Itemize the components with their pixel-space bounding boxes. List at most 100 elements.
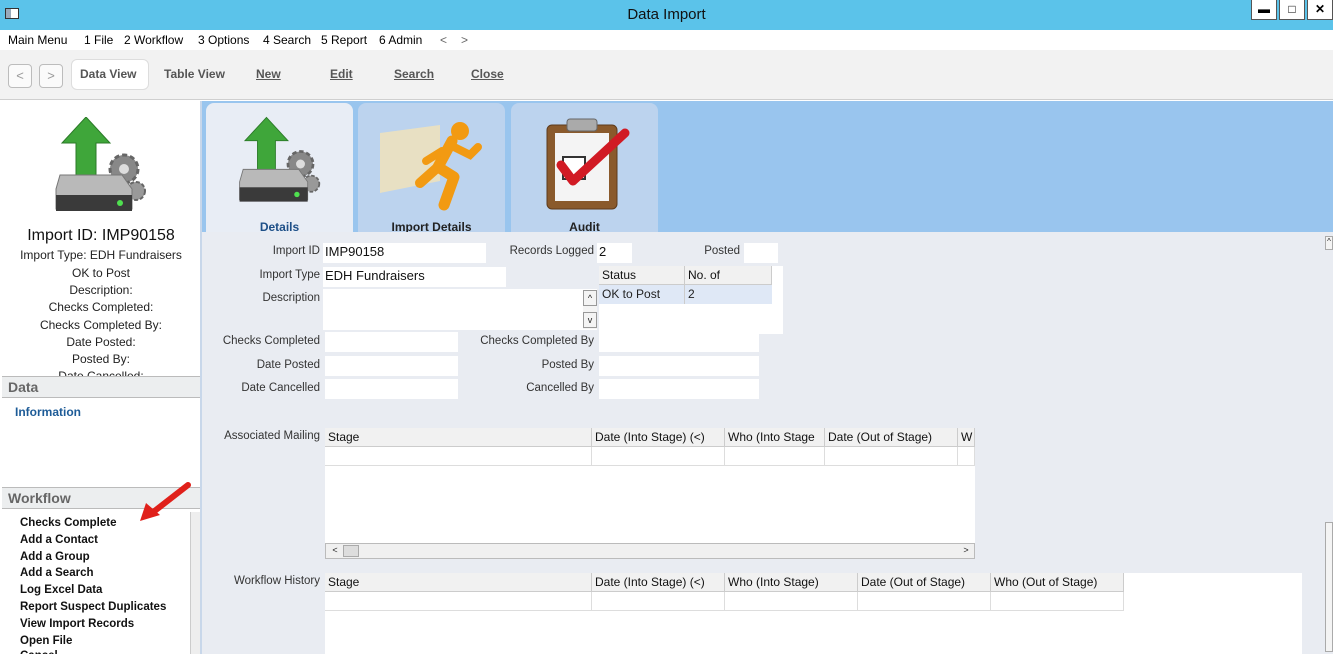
scroll-down-icon[interactable]: v: [583, 312, 597, 328]
data-view-label[interactable]: Data View: [80, 67, 136, 81]
records-logged-field[interactable]: 2: [597, 243, 632, 263]
checks-completed-field[interactable]: [325, 332, 458, 352]
workflow-cancel[interactable]: Cancel: [20, 650, 58, 654]
details-tab-icon: [239, 116, 321, 202]
close-window-button[interactable]: ✕: [1307, 0, 1333, 20]
search-button[interactable]: Search: [394, 67, 434, 81]
menu-scroll-right[interactable]: >: [461, 33, 468, 47]
cancelled-by-label: Cancelled By: [526, 382, 594, 394]
tab-audit[interactable]: Audit: [511, 103, 658, 234]
close-button[interactable]: Close: [471, 67, 504, 81]
import-type-label: Import Type: [259, 269, 320, 281]
status-grid-header[interactable]: No. of: [685, 266, 772, 285]
status-grid-cell[interactable]: OK to Post: [599, 285, 685, 304]
history-col-who-into[interactable]: Who (Into Stage): [725, 573, 858, 592]
mailing-col-date-out[interactable]: Date (Out of Stage): [825, 428, 958, 447]
minimize-button[interactable]: ▬: [1251, 0, 1277, 20]
summary-checks-completed: Checks Completed:: [48, 300, 154, 314]
scroll-thumb[interactable]: [343, 545, 359, 557]
import-type-field[interactable]: EDH Fundraisers: [323, 267, 506, 287]
maximize-button[interactable]: □: [1279, 0, 1305, 20]
history-col-date-into[interactable]: Date (Into Stage) (<): [592, 573, 725, 592]
status-grid: Status No. of OK to Post 2: [599, 266, 783, 334]
menu-search[interactable]: 4 Search: [263, 33, 311, 47]
workflow-view-import-records[interactable]: View Import Records: [20, 618, 134, 630]
menu-main-menu[interactable]: Main Menu: [8, 33, 67, 47]
date-cancelled-label: Date Cancelled: [241, 382, 320, 394]
history-row-cell[interactable]: [592, 592, 725, 611]
tab-import-details[interactable]: Import Details: [358, 103, 505, 234]
mailing-col-stage[interactable]: Stage: [325, 428, 592, 447]
status-grid-header[interactable]: Status: [599, 266, 685, 285]
posted-label: Posted: [704, 245, 740, 257]
date-cancelled-field[interactable]: [325, 379, 458, 399]
workflow-log-excel-data[interactable]: Log Excel Data: [20, 584, 102, 596]
mailing-col-date-into[interactable]: Date (Into Stage) (<): [592, 428, 725, 447]
summary-checks-completed-by: Checks Completed By:: [39, 318, 163, 332]
running-man-icon: [380, 122, 482, 211]
mailing-row-cell[interactable]: [958, 447, 975, 466]
title-bar: Data Import ▬ □ ✕: [0, 0, 1333, 30]
mailing-row-cell[interactable]: [325, 447, 592, 466]
workflow-add-search[interactable]: Add a Search: [20, 567, 94, 579]
menu-file[interactable]: 1 File: [84, 33, 113, 47]
history-row-cell[interactable]: [725, 592, 858, 611]
workflow-report-suspect-duplicates[interactable]: Report Suspect Duplicates: [20, 601, 166, 613]
summary-description: Description:: [69, 283, 133, 297]
import-server-icon: [55, 117, 146, 211]
details-panel: Import ID IMP90158 Records Logged 2 Post…: [202, 232, 1333, 654]
mailing-horizontal-scrollbar[interactable]: < >: [325, 543, 975, 559]
sidebar: Import ID: IMP90158 Import Type: EDH Fun…: [0, 101, 202, 654]
date-posted-field[interactable]: [325, 356, 458, 376]
workflow-scrollbar[interactable]: [190, 512, 200, 654]
mailing-col-who-out[interactable]: W: [958, 428, 975, 447]
description-field[interactable]: [323, 289, 597, 330]
history-col-who-out[interactable]: Who (Out of Stage): [991, 573, 1124, 592]
workflow-checks-complete[interactable]: Checks Complete: [20, 517, 117, 529]
scroll-thumb[interactable]: [1325, 522, 1333, 652]
workflow-add-contact[interactable]: Add a Contact: [20, 534, 98, 546]
menu-scroll-left[interactable]: <: [440, 33, 447, 47]
data-section-header[interactable]: Data: [2, 376, 200, 398]
scroll-up-icon[interactable]: ^: [583, 290, 597, 306]
checks-completed-by-field[interactable]: [599, 332, 759, 352]
status-grid-cell[interactable]: 2: [685, 285, 772, 304]
scroll-right-icon[interactable]: >: [958, 545, 974, 557]
date-posted-label: Date Posted: [256, 359, 320, 371]
content-vertical-scrollbar[interactable]: ^: [1325, 232, 1333, 654]
history-col-date-out[interactable]: Date (Out of Stage): [858, 573, 991, 592]
checks-completed-by-label: Checks Completed By: [480, 335, 594, 347]
description-scrollbar[interactable]: ^ v: [583, 290, 597, 329]
summary-posted-by: Posted By:: [71, 352, 131, 366]
edit-button[interactable]: Edit: [330, 67, 353, 81]
scroll-left-icon[interactable]: <: [327, 545, 343, 557]
posted-field[interactable]: [744, 243, 778, 263]
new-button[interactable]: New: [256, 67, 281, 81]
menu-admin[interactable]: 6 Admin: [379, 33, 422, 47]
menu-options[interactable]: 3 Options: [198, 33, 249, 47]
history-row-cell[interactable]: [991, 592, 1124, 611]
information-link[interactable]: Information: [15, 405, 81, 419]
cancelled-by-field[interactable]: [599, 379, 759, 399]
import-id-field[interactable]: IMP90158: [323, 243, 486, 263]
mailing-col-who-into[interactable]: Who (Into Stage: [725, 428, 825, 447]
history-row-cell[interactable]: [325, 592, 592, 611]
scroll-up-icon[interactable]: ^: [1325, 236, 1333, 250]
menu-workflow[interactable]: 2 Workflow: [124, 33, 183, 47]
forward-button[interactable]: >: [39, 64, 63, 88]
history-col-stage[interactable]: Stage: [325, 573, 592, 592]
tab-details[interactable]: Details: [206, 103, 353, 234]
posted-by-field[interactable]: [599, 356, 759, 376]
history-row-cell[interactable]: [858, 592, 991, 611]
associated-mailing-label: Associated Mailing: [224, 430, 320, 442]
checks-completed-label: Checks Completed: [222, 335, 320, 347]
workflow-add-group[interactable]: Add a Group: [20, 551, 90, 563]
mailing-row-cell[interactable]: [825, 447, 958, 466]
menu-report[interactable]: 5 Report: [321, 33, 367, 47]
mailing-row-cell[interactable]: [592, 447, 725, 466]
mailing-row-cell[interactable]: [725, 447, 825, 466]
red-arrow-annotation: [140, 482, 191, 521]
workflow-open-file[interactable]: Open File: [20, 635, 72, 647]
back-button[interactable]: <: [8, 64, 32, 88]
table-view-button[interactable]: Table View: [164, 67, 225, 81]
